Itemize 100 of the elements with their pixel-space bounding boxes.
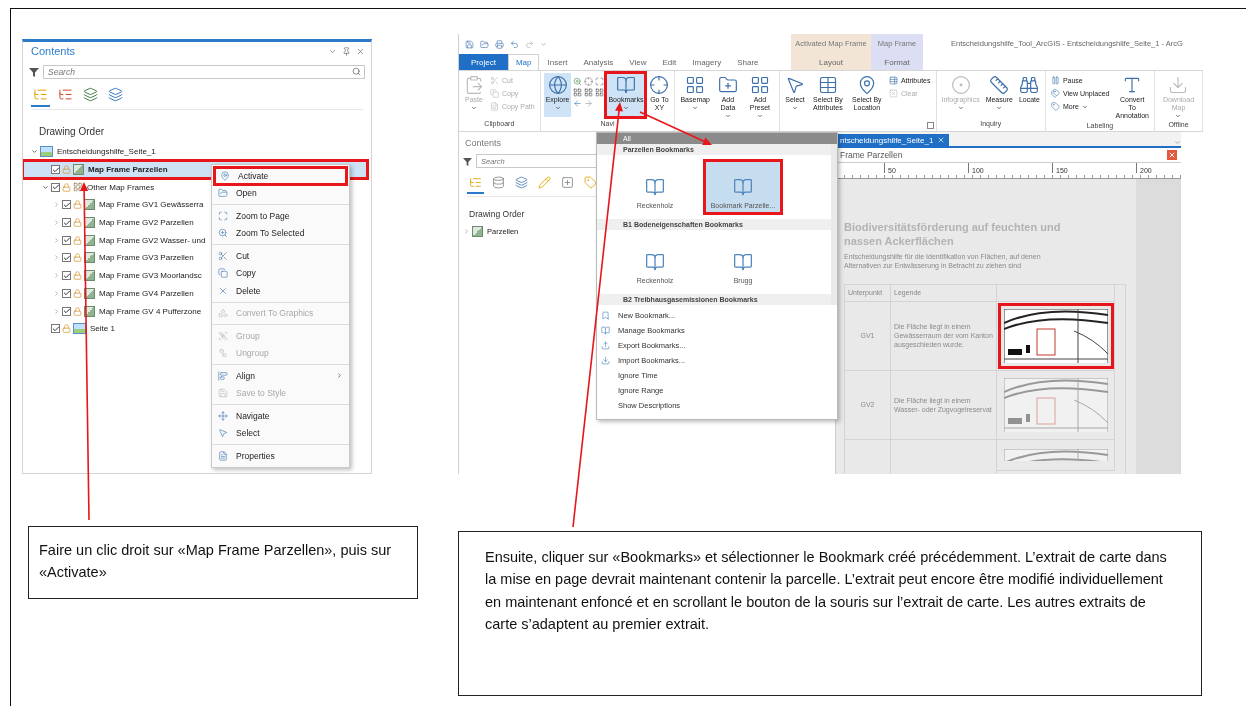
grid-icon[interactable]: [595, 88, 605, 97]
folder-icon: [218, 188, 228, 199]
menu-item[interactable]: Zoom to Page: [212, 207, 349, 225]
lock-icon: [62, 324, 71, 334]
search-field[interactable]: Search: [43, 65, 365, 79]
book-icon: [645, 177, 665, 197]
pointer-icon: [218, 428, 228, 439]
tree-row[interactable]: Map Frame GV1 Gewässerra: [23, 196, 209, 214]
pane-title: Contents: [31, 45, 76, 57]
ribbon-tab[interactable]: Edit: [654, 54, 685, 70]
ribbon-tab[interactable]: Project: [459, 54, 508, 70]
tree-item-label: Map Frame GV3 Moorlandsc: [99, 271, 202, 281]
pin-icon[interactable]: [342, 46, 351, 56]
maximize-icon[interactable]: [595, 77, 605, 86]
grid-icon[interactable]: [573, 88, 583, 97]
zoom-in-icon[interactable]: [573, 77, 583, 86]
lock-icon: [62, 182, 71, 192]
export-icon: [601, 341, 610, 350]
document-tab[interactable]: ntscheidungshilfe_Seite_1: [836, 134, 950, 146]
menu-item[interactable]: Copy: [212, 264, 349, 282]
checkbox[interactable]: [62, 271, 71, 281]
menu-item[interactable]: Properties: [212, 447, 349, 465]
filter-icon[interactable]: [463, 156, 472, 166]
menu-item[interactable]: Cut: [212, 247, 349, 265]
zoom-in-icon: [218, 228, 228, 239]
tree-item-label: Map Frame GV2 Parzellen: [99, 218, 194, 228]
close-icon[interactable]: [356, 46, 365, 56]
menu-item[interactable]: Select: [212, 424, 349, 442]
checkbox[interactable]: [51, 182, 60, 192]
checkbox[interactable]: [51, 324, 60, 334]
printer-icon[interactable]: [495, 39, 504, 49]
instruction-text: Faire un clic droit sur «Map Frame Parzellen», puis sur «Activate»: [28, 526, 418, 599]
tree-row[interactable]: Map Frame GV4 Parzellen: [23, 284, 199, 303]
layout-icon: [40, 146, 53, 158]
clipboard-icon: [464, 75, 484, 95]
ribbon-tab[interactable]: Insert: [539, 54, 576, 70]
table-icon: [817, 75, 838, 95]
menu-item[interactable]: Navigate: [212, 407, 349, 425]
move-icon: [218, 410, 228, 421]
ribbon-tab[interactable]: Share: [729, 54, 767, 70]
tree-row[interactable]: Map Frame GV2 Parzellen: [23, 213, 199, 232]
book-icon: [645, 252, 665, 272]
layers-icon: [515, 176, 528, 189]
close-icon: [937, 136, 946, 144]
section-heading: Drawing Order: [38, 125, 106, 139]
tree-item-label: Map Frame GV 4 Pufferzone: [99, 306, 202, 316]
crosshair-icon[interactable]: [584, 77, 594, 86]
ribbon-tab[interactable]: View: [621, 54, 655, 70]
checkbox[interactable]: [62, 235, 71, 245]
import-icon: [601, 356, 610, 365]
close-icon[interactable]: [1167, 150, 1177, 160]
grid-icon[interactable]: [584, 88, 594, 97]
tree-item-label: Map Frame GV2 Wasser- und: [99, 235, 206, 245]
menu-item[interactable]: Zoom To Selected: [212, 224, 349, 242]
map-frame-icon: [84, 305, 95, 317]
lock-icon: [73, 235, 82, 245]
tags-icon: [1050, 89, 1060, 98]
pause-icon: [1050, 76, 1060, 85]
ribbon-tab[interactable]: Layout: [812, 54, 850, 70]
add-icon: [561, 176, 574, 189]
filter-icon[interactable]: [29, 67, 39, 77]
ribbon-tab[interactable]: Imagery: [684, 54, 730, 70]
ribbon-tab[interactable]: Map: [507, 54, 540, 70]
lock-icon: [62, 165, 71, 175]
tag-icon: [584, 176, 597, 189]
map-frame-icon: [84, 217, 95, 229]
tree-row[interactable]: Map Frame GV2 Wasser- und: [23, 231, 211, 250]
checkbox[interactable]: [62, 288, 71, 298]
map-frame-icon: [84, 199, 95, 211]
table-icon: [888, 76, 898, 85]
database-icon: [492, 176, 505, 189]
ribbon-tab[interactable]: Format: [877, 54, 917, 70]
checkbox[interactable]: [62, 200, 71, 210]
ribbon-tab[interactable]: Analysis: [575, 54, 622, 70]
menu-item[interactable]: Open: [212, 184, 349, 202]
ungroup-icon: [218, 348, 228, 359]
tree-item-label: Seite 1: [90, 324, 115, 334]
document-icon: [490, 102, 499, 111]
tree-row[interactable]: Seite 1: [23, 319, 120, 338]
map-frame-icon: [84, 270, 95, 282]
tree-row[interactable]: Map Frame GV3 Parzellen: [23, 249, 199, 267]
layers-icon: [83, 87, 98, 102]
menu-item[interactable]: Delete: [212, 282, 349, 300]
copy-icon: [490, 89, 499, 98]
tree-row[interactable]: Entscheidungshilfe_Seite_1: [23, 143, 161, 161]
save-icon[interactable]: [465, 39, 474, 49]
checkbox[interactable]: [51, 165, 60, 175]
checkbox[interactable]: [62, 253, 71, 263]
undo-icon[interactable]: [510, 39, 519, 49]
tree-row[interactable]: Map Frame GV 4 Pufferzone: [23, 302, 207, 320]
tree-item-label: Map Frame GV3 Parzellen: [99, 253, 194, 263]
checkbox[interactable]: [62, 306, 71, 316]
checkbox[interactable]: [62, 218, 71, 228]
tree-row[interactable]: Other Map Frames: [23, 178, 160, 197]
section-heading: Drawing Order: [468, 208, 526, 221]
launcher-icon[interactable]: [926, 122, 934, 129]
folder-icon[interactable]: [480, 39, 489, 49]
arrow-left-icon[interactable]: [573, 99, 583, 108]
tree-row[interactable]: Map Frame GV3 Moorlandsc: [23, 266, 207, 285]
menu-item[interactable]: Align: [212, 367, 349, 385]
